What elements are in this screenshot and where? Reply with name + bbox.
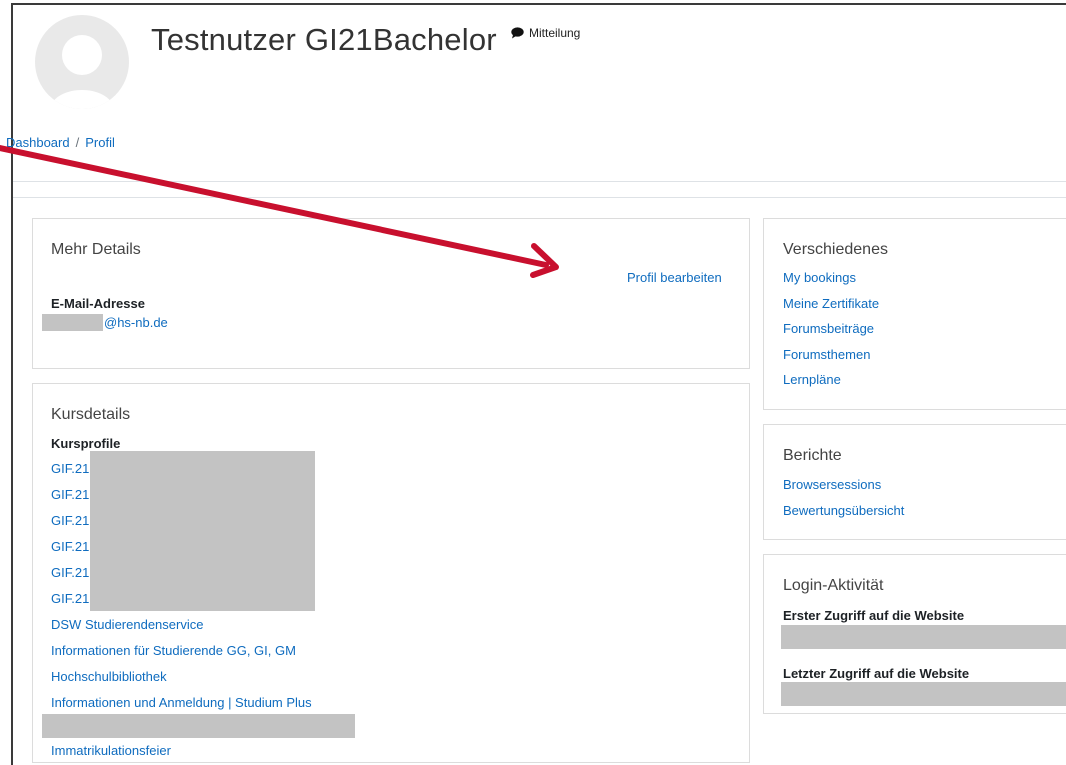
certificates-link[interactable]: Meine Zertifikate (783, 296, 879, 311)
email-link[interactable]: @hs-nb.de (104, 315, 168, 330)
email-label: E-Mail-Adresse (51, 296, 145, 311)
first-access-label: Erster Zugriff auf die Website (783, 608, 965, 623)
login-activity-title: Login-Aktivität (783, 577, 884, 594)
course-link[interactable]: GIF.21 (51, 487, 89, 502)
course-info-link[interactable]: Immatrikulationsfeier (51, 743, 171, 758)
redacted-course-names (90, 451, 315, 611)
misc-title: Verschiedenes (783, 241, 888, 258)
breadcrumb-profile[interactable]: Profil (85, 135, 115, 150)
course-link[interactable]: GIF.21 (51, 461, 89, 476)
course-profiles-label: Kursprofile (51, 436, 121, 451)
course-info-link[interactable]: Informationen für Studierende GG, GI, GM (51, 643, 296, 658)
breadcrumb: Dashboard / Profil (6, 135, 115, 150)
avatar[interactable] (35, 15, 129, 109)
course-info-link[interactable]: DSW Studierendenservice (51, 617, 203, 632)
course-link[interactable]: GIF.21 (51, 539, 89, 554)
speech-bubble-icon (511, 27, 524, 39)
grades-overview-link[interactable]: Bewertungsübersicht (783, 503, 904, 518)
message-button[interactable]: Mitteilung (511, 26, 580, 40)
more-details-card: Mehr Details Profil bearbeiten E-Mail-Ad… (32, 218, 750, 369)
edit-profile-link[interactable]: Profil bearbeiten (627, 270, 722, 285)
reports-title: Berichte (783, 447, 842, 464)
user-avatar-icon (49, 35, 115, 109)
divider (13, 197, 1066, 198)
breadcrumb-separator: / (75, 135, 80, 150)
forum-posts-link[interactable]: Forumsbeiträge (783, 321, 874, 336)
misc-card: Verschiedenes My bookings Meine Zertifik… (763, 218, 1066, 410)
message-label: Mitteilung (529, 26, 581, 40)
browser-sessions-link[interactable]: Browsersessions (783, 477, 881, 492)
redacted-first-access (781, 625, 1066, 649)
course-link[interactable]: GIF.21 (51, 565, 89, 580)
more-details-title: Mehr Details (51, 241, 141, 258)
page-title: Testnutzer GI21Bachelor (151, 22, 497, 57)
redacted-email-user (42, 314, 103, 331)
course-details-title: Kursdetails (51, 406, 131, 423)
my-bookings-link[interactable]: My bookings (783, 270, 856, 285)
divider (13, 181, 1066, 182)
login-activity-card: Login-Aktivität Erster Zugriff auf die W… (763, 554, 1066, 714)
breadcrumb-dashboard[interactable]: Dashboard (6, 135, 70, 150)
reports-card: Berichte Browsersessions Bewertungsübers… (763, 424, 1066, 540)
course-details-card: Kursdetails Kursprofile GIF.21 GIF.21 GI… (32, 383, 750, 763)
forum-topics-link[interactable]: Forumsthemen (783, 347, 870, 362)
last-access-label: Letzter Zugriff auf die Website (783, 666, 970, 681)
redacted-item (42, 714, 355, 738)
course-info-link[interactable]: Hochschulbibliothek (51, 669, 167, 684)
course-link[interactable]: GIF.21 (51, 513, 89, 528)
course-link[interactable]: GIF.21 (51, 591, 89, 606)
redacted-last-access (781, 682, 1066, 706)
learning-plans-link[interactable]: Lernpläne (783, 372, 841, 387)
course-info-link[interactable]: Informationen und Anmeldung | Studium Pl… (51, 695, 312, 710)
